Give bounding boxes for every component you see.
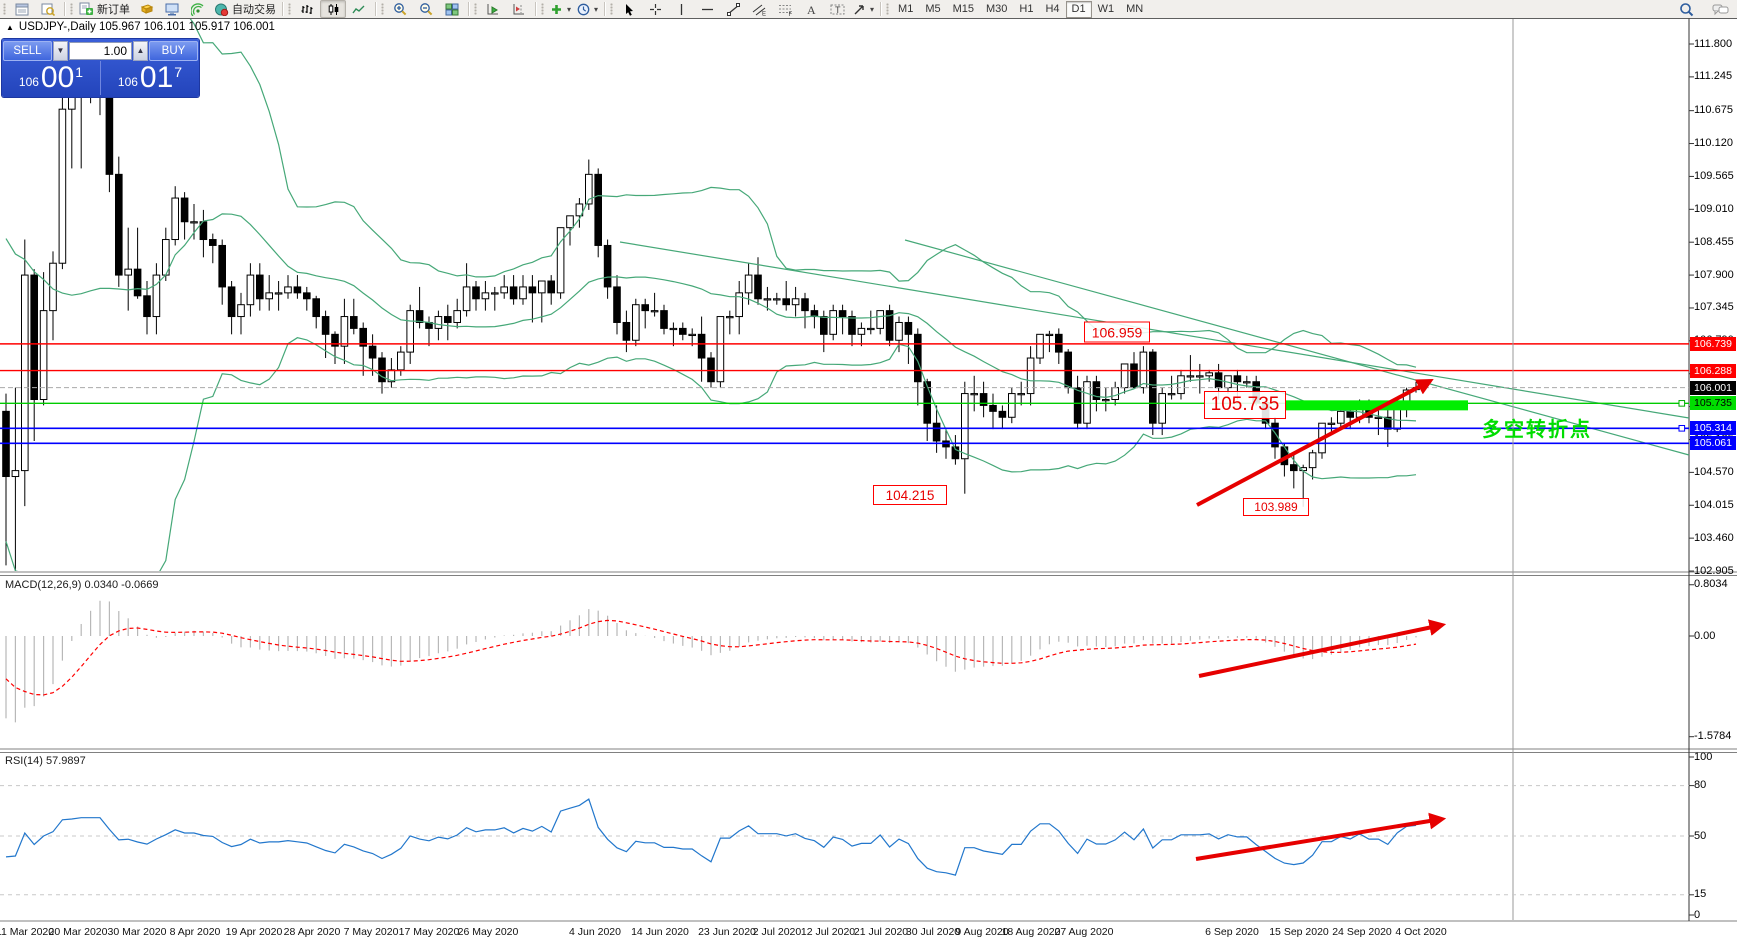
chart-canvas[interactable] [0,0,1737,942]
rsi-line [6,799,1416,875]
horizontal-line-icon[interactable] [694,0,720,18]
data-window-icon[interactable] [35,0,61,18]
macd-signal-line [6,620,1416,695]
buy-button[interactable]: BUY [149,41,198,61]
candlestick-chart-icon[interactable] [320,0,346,18]
line-handle[interactable] [1679,425,1685,431]
candles-series [3,0,1420,591]
zoom-in-icon[interactable] [387,0,413,18]
periods-icon[interactable]: ▾ [574,0,601,18]
new-order-button[interactable]: 新订单 [76,0,133,18]
chat-icon[interactable] [1707,0,1733,18]
chart-window: 111.800111.245110.675110.120109.565109.0… [0,0,1737,942]
timeframe-H4[interactable]: H4 [1039,1,1065,18]
vertical-line-icon[interactable] [668,0,694,18]
chart-shift-icon[interactable] [506,0,532,18]
auto-scroll-icon[interactable] [480,0,506,18]
volume-increase-button[interactable]: ▲ [133,41,148,61]
arrows-icon[interactable]: ▾ [850,0,877,18]
timeframe-M15[interactable]: M15 [947,1,980,18]
timeframe-D1[interactable]: D1 [1066,1,1092,18]
profiles-icon[interactable] [9,0,35,18]
zoom-out-icon[interactable] [413,0,439,18]
indicators-icon[interactable]: ▾ [547,0,574,18]
one-click-trading-panel: SELL ▼ ▲ BUY 106001 106017 [2,39,199,97]
bollinger-middle-line [6,214,1416,421]
line-chart-icon[interactable] [346,0,372,18]
toolbar-group-handle[interactable] [288,3,291,15]
metaquotes-market-icon[interactable] [133,0,159,18]
toolbar-group-handle[interactable] [541,3,544,15]
svg-text:E: E [762,11,766,16]
search-icon[interactable] [1673,0,1699,18]
buy-price[interactable]: 106017 [101,61,199,95]
text-label-icon[interactable]: T [824,0,850,18]
cursor-icon[interactable] [616,0,642,18]
bar-chart-icon[interactable] [294,0,320,18]
svg-text:F: F [788,12,792,16]
macd-pane [6,601,1416,723]
volume-input[interactable] [69,42,132,60]
rsi-indicator-label: RSI(14) 57.9897 [5,755,86,767]
equidistant-channel-icon[interactable]: E [746,0,772,18]
timeframe-W1[interactable]: W1 [1092,1,1121,18]
timeframe-M30[interactable]: M30 [980,1,1013,18]
timeframe-M1[interactable]: M1 [892,1,919,18]
toolbar-group-handle[interactable] [3,3,6,15]
trendline-icon[interactable] [720,0,746,18]
toolbar: 新订单自动交易▾▾EFAT▾M1M5M15M30H1H4D1W1MN [0,0,1737,18]
trend-arrow-2[interactable] [1199,625,1442,676]
sell-button[interactable]: SELL [3,41,52,61]
symbol-ohlc-text: USDJPY-,Daily 105.967 106.101 105.917 10… [19,21,275,33]
timeframe-H1[interactable]: H1 [1013,1,1039,18]
timeframe-MN[interactable]: MN [1120,1,1149,18]
svg-text:A: A [807,3,816,16]
trend-arrow-3[interactable] [1196,819,1442,859]
line-handle[interactable] [1679,401,1685,407]
toolbar-group-handle[interactable] [610,3,613,15]
fibonacci-icon[interactable]: F [772,0,798,18]
toolbar-group-handle[interactable] [886,3,889,15]
virtual-hosting-icon[interactable] [159,0,185,18]
signals-icon[interactable] [185,0,211,18]
symbol-header: ▲ USDJPY-,Daily 105.967 106.101 105.917 … [6,21,275,33]
tile-windows-icon[interactable] [439,0,465,18]
svg-text:T: T [835,5,841,15]
toolbar-group-handle[interactable] [70,3,73,15]
trendline-2[interactable] [905,240,1689,455]
crosshair-icon[interactable] [642,0,668,18]
timeframe-M5[interactable]: M5 [919,1,946,18]
macd-indicator-label: MACD(12,26,9) 0.0340 -0.0669 [5,579,158,591]
sell-price[interactable]: 106001 [2,61,101,95]
collapse-trade-panel-icon[interactable]: ▲ [6,23,14,32]
bollinger-upper-line [6,0,1416,367]
text-icon[interactable]: A [798,0,824,18]
volume-decrease-button[interactable]: ▼ [53,41,68,61]
toolbar-group-handle[interactable] [381,3,384,15]
toolbar-group-handle[interactable] [474,3,477,15]
autotrading-button[interactable]: 自动交易 [211,0,279,18]
